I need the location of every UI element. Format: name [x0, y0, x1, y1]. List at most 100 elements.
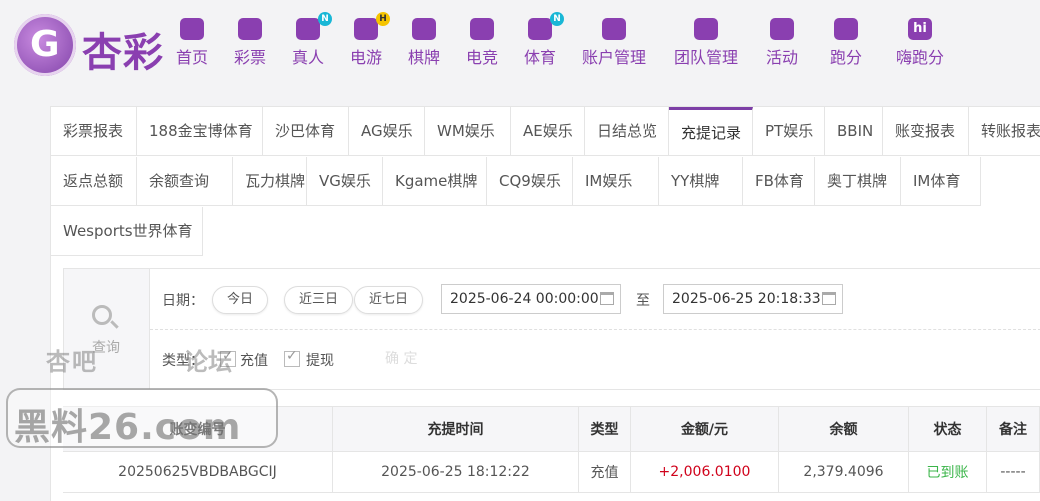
- nav-item-11[interactable]: hi 嗨跑分: [896, 18, 944, 68]
- gamepad-icon: H: [354, 12, 390, 40]
- nav-label: 棋牌: [408, 48, 441, 67]
- tab-6[interactable]: 日结总览: [585, 107, 669, 156]
- live-dealer-icon: N: [296, 12, 332, 40]
- running-dog-icon: [834, 18, 858, 40]
- nav-item-6[interactable]: N 体育: [524, 12, 564, 68]
- nav-badge: N: [550, 12, 564, 26]
- column-header[interactable]: 余额: [779, 407, 909, 451]
- tab-23[interactable]: Wesports世界体育: [51, 207, 203, 256]
- brand-logo[interactable]: G 杏彩: [14, 14, 174, 76]
- nav-label: 跑分: [830, 48, 863, 67]
- column-header[interactable]: 充提时间: [333, 407, 579, 451]
- esports-controller-icon: [470, 18, 494, 40]
- tab-14[interactable]: 瓦力棋牌: [233, 157, 307, 206]
- nav-label: 活动: [766, 48, 799, 67]
- tab-11[interactable]: 转账报表: [969, 107, 1040, 156]
- tab-16[interactable]: Kgame棋牌: [383, 157, 487, 206]
- confirm-button[interactable]: 确 定: [385, 348, 417, 368]
- table-cell: 2,379.4096: [779, 452, 909, 492]
- date-to-separator: 至: [636, 293, 650, 309]
- nav-label: 团队管理: [674, 48, 739, 67]
- nav-badge: N: [318, 12, 332, 26]
- tab-5[interactable]: AE娱乐: [511, 107, 585, 156]
- nav-item-3[interactable]: H 电游: [350, 12, 390, 68]
- nav-item-0[interactable]: 首页: [176, 18, 208, 68]
- tab-3[interactable]: AG娱乐: [349, 107, 425, 156]
- type-label: 类型：: [162, 353, 204, 369]
- range-7days-button[interactable]: 近七日: [354, 286, 424, 314]
- range-today-button[interactable]: 今日: [212, 286, 269, 314]
- tab-10[interactable]: 账变报表: [883, 107, 969, 156]
- withdraw-checkbox[interactable]: [284, 348, 300, 367]
- search-button[interactable]: 查询: [64, 269, 150, 389]
- tab-17[interactable]: CQ9娱乐: [487, 157, 573, 206]
- nav-label: 嗨跑分: [896, 48, 945, 67]
- trophy-icon: N: [528, 12, 564, 40]
- search-label: 查询: [92, 340, 120, 356]
- tab-1[interactable]: 188金宝博体育: [137, 107, 263, 156]
- type-row: 类型： 充值 提现 确 定: [150, 330, 1040, 389]
- nav-item-8[interactable]: 团队管理: [674, 18, 738, 68]
- tab-13[interactable]: 余额查询: [137, 157, 233, 206]
- nav-label: 真人: [292, 48, 325, 67]
- range-3days-button[interactable]: 近三日: [284, 286, 354, 314]
- tab-4[interactable]: WM娱乐: [425, 107, 511, 156]
- home-icon: [180, 18, 204, 40]
- tab-15[interactable]: VG娱乐: [307, 157, 383, 206]
- nav-item-9[interactable]: 活动: [766, 18, 798, 68]
- brand-name: 杏彩: [82, 30, 164, 76]
- ticket-icon: [238, 18, 262, 40]
- tab-9[interactable]: BBIN: [825, 107, 883, 156]
- tab-21[interactable]: 奥丁棋牌: [815, 157, 901, 206]
- column-header[interactable]: 金额/元: [631, 407, 779, 451]
- calendar-icon: [600, 292, 614, 305]
- records-table: 账变编号 充提时间 类型 金额/元 余额 状态 备注 20250625VBDBABGCIJ 2…: [63, 406, 1040, 501]
- calendar-icon: [822, 292, 836, 305]
- tab-2[interactable]: 沙巴体育: [263, 107, 349, 156]
- top-header: G 杏彩 首页 彩票 N 真人 H 电游 棋牌 电竞 N 体育 账户管理 团队管理 活动 跑分 hi 嗨跑分: [0, 0, 1040, 88]
- date-to-input[interactable]: 2025-06-25 20:18:33: [663, 284, 843, 314]
- tab-19[interactable]: YY棋牌: [659, 157, 743, 206]
- tab-0[interactable]: 彩票报表: [51, 107, 137, 156]
- date-from-input[interactable]: 2025-06-24 00:00:00: [441, 284, 621, 314]
- nav-item-2[interactable]: N 真人: [292, 12, 332, 68]
- tab-8[interactable]: PT娱乐: [753, 107, 825, 156]
- deposit-label: 充值: [240, 353, 268, 369]
- nav-item-10[interactable]: 跑分: [830, 18, 862, 68]
- table-cell: 已到账: [909, 452, 987, 492]
- column-header[interactable]: 状态: [909, 407, 987, 451]
- deposit-checkbox[interactable]: [220, 348, 236, 367]
- tab-22[interactable]: IM体育: [901, 157, 981, 206]
- logo-emblem-icon: G: [14, 14, 76, 76]
- nav-label: 账户管理: [582, 48, 647, 67]
- table-cell: +2,006.0100: [631, 452, 779, 492]
- date-label: 日期：: [162, 293, 204, 309]
- tab-18[interactable]: IM娱乐: [573, 157, 659, 206]
- date-row: 日期： 今日 近三日 近七日 2025-06-24 00:00:00 至 202…: [150, 269, 1040, 330]
- table-cell: -----: [987, 452, 1040, 492]
- nav-badge: H: [376, 12, 390, 26]
- filter-card: 查询 日期： 今日 近三日 近七日 2025-06-24 00:00:00 至 …: [63, 268, 1040, 390]
- nav-item-5[interactable]: 电竞: [466, 18, 498, 68]
- nav-label: 电游: [350, 48, 383, 67]
- table-cell: 2025-06-25 18:12:22: [333, 452, 579, 492]
- nav-label: 彩票: [234, 48, 267, 67]
- table-header: 账变编号 充提时间 类型 金额/元 余额 状态 备注: [63, 407, 1040, 452]
- table-row: 20250625VBDBABGCIJ 2025-06-25 18:12:22 充值 +…: [63, 452, 1040, 493]
- nav-item-1[interactable]: 彩票: [234, 18, 266, 68]
- nav-item-7[interactable]: 账户管理: [582, 18, 646, 68]
- column-header[interactable]: 备注: [987, 407, 1040, 451]
- tab-20[interactable]: FB体育: [743, 157, 815, 206]
- team-icon: [694, 18, 718, 40]
- table-cell: 20250625VBDBABGCIJ: [63, 452, 333, 492]
- gift-icon: [770, 18, 794, 40]
- tab-7[interactable]: 充提记录: [669, 107, 753, 156]
- nav-label: 体育: [524, 48, 557, 67]
- hi-icon: hi: [908, 18, 932, 40]
- column-header[interactable]: 类型: [579, 407, 631, 451]
- account-coin-icon: [602, 18, 626, 40]
- column-header[interactable]: 账变编号: [63, 407, 333, 451]
- tab-12[interactable]: 返点总额: [51, 157, 137, 206]
- nav-item-4[interactable]: 棋牌: [408, 18, 440, 68]
- nav-label: 电竞: [466, 48, 499, 67]
